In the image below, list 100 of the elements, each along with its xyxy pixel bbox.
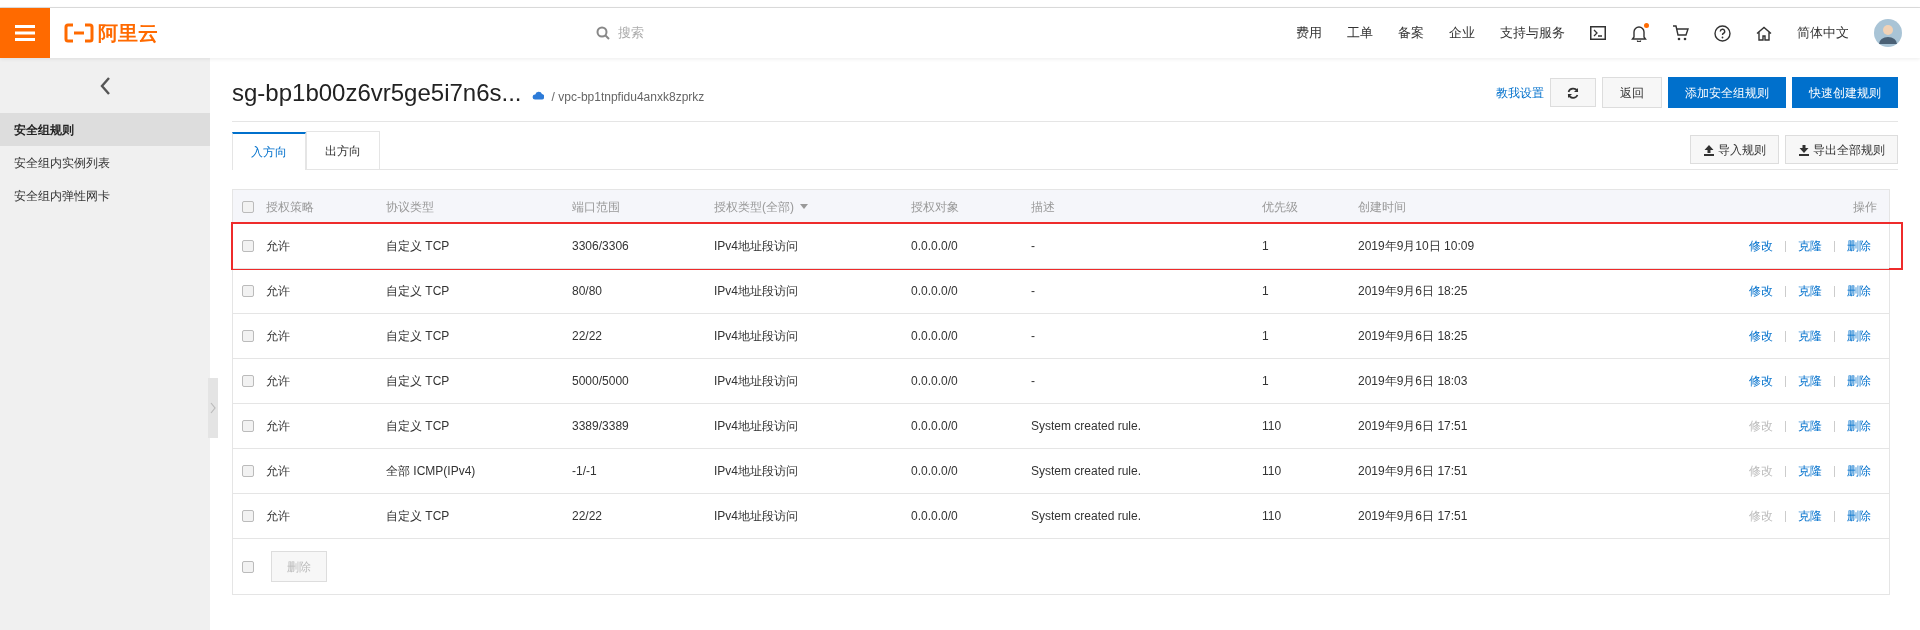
table-cell-text: - — [1031, 238, 1036, 255]
table-cell-text: - — [1031, 283, 1036, 300]
table-cell-text: 22/22 — [572, 508, 604, 525]
table-cell-text: 允许 — [266, 238, 291, 255]
terminal-icon[interactable] — [1590, 26, 1606, 40]
nav-link[interactable]: 企业 — [1449, 23, 1475, 43]
action-link[interactable]: 克隆 — [1798, 507, 1822, 525]
primary-button[interactable]: 添加安全组规则 — [1668, 77, 1786, 108]
avatar-icon[interactable] — [1874, 19, 1902, 47]
table-cell-text: - — [1031, 328, 1036, 345]
column-header: 创建时间 — [1358, 198, 1406, 216]
action-link[interactable]: 删除 — [1847, 417, 1871, 435]
chevron-right-icon — [210, 402, 216, 414]
sidebar-item[interactable]: 安全组内弹性网卡 — [0, 179, 210, 212]
tab[interactable]: 出方向 — [306, 131, 380, 169]
column-header: 授权对象 — [911, 198, 959, 216]
action-link[interactable]: 克隆 — [1798, 462, 1822, 480]
export-button[interactable]: 导出全部规则 — [1785, 135, 1898, 164]
search-field[interactable]: 搜索 — [618, 23, 738, 43]
language-menu[interactable]: 简体中文 — [1797, 23, 1849, 43]
checkbox[interactable] — [242, 375, 254, 387]
checkbox[interactable] — [242, 330, 254, 342]
primary-button[interactable]: 快速创建规则 — [1792, 77, 1898, 108]
notification-button[interactable] — [1631, 24, 1647, 42]
download-icon — [1798, 143, 1810, 156]
table-cell-text: IPv4地址段访问 — [714, 328, 799, 345]
import-button[interactable]: 导入规则 — [1690, 135, 1779, 164]
checkbox[interactable] — [242, 510, 254, 522]
nav-link[interactable]: 费用 — [1296, 23, 1322, 43]
checkbox[interactable] — [242, 420, 254, 432]
table-cell-text: 3389/3389 — [572, 418, 630, 435]
checkbox[interactable] — [242, 560, 254, 573]
bell-icon — [1631, 24, 1647, 42]
refresh-button[interactable] — [1550, 78, 1596, 107]
table-cell-text: 22/22 — [572, 328, 604, 345]
column-header: 授权类型(全部) — [714, 198, 794, 216]
table-cell-text: 0.0.0.0/0 — [911, 238, 959, 255]
table-cell-text: IPv4地址段访问 — [714, 283, 799, 300]
action-link[interactable]: 删除 — [1847, 372, 1871, 390]
table-cell-text: 2019年9月6日 17:51 — [1358, 463, 1469, 480]
menu-icon — [15, 25, 35, 41]
help-link[interactable]: 教我设置 — [1496, 83, 1544, 102]
back-button[interactable]: 返回 — [1602, 77, 1662, 108]
vpc-id: / vpc-bp1tnpfidu4anxk8zprkz — [551, 88, 705, 106]
table-cell-text: 110 — [1262, 418, 1283, 435]
home-icon[interactable] — [1756, 25, 1772, 41]
sidebar-item[interactable]: 安全组规则 — [0, 113, 210, 146]
nav-link[interactable]: 工单 — [1347, 23, 1373, 43]
table-cell-text: 0.0.0.0/0 — [911, 463, 959, 480]
table-cell-text: 允许 — [266, 373, 291, 390]
table-cell-text: System created rule. — [1031, 418, 1143, 435]
upload-icon — [1703, 143, 1715, 156]
table-cell-text: 0.0.0.0/0 — [911, 373, 959, 390]
action-link[interactable]: 克隆 — [1798, 282, 1822, 300]
action-link[interactable]: 克隆 — [1798, 417, 1822, 435]
action-link[interactable]: 修改 — [1749, 237, 1773, 255]
logo-text[interactable]: 阿里云 — [98, 18, 158, 48]
action-link[interactable]: 克隆 — [1798, 237, 1822, 255]
collapse-handle[interactable] — [208, 378, 218, 438]
table-cell-text: IPv4地址段访问 — [714, 373, 799, 390]
nav-link[interactable]: 备案 — [1398, 23, 1424, 43]
action-link[interactable]: 修改 — [1749, 282, 1773, 300]
table-cell-text: 2019年9月6日 18:25 — [1358, 328, 1469, 345]
table-cell-text: 自定义 TCP — [386, 418, 451, 435]
nav-link[interactable]: 支持与服务 — [1500, 23, 1565, 43]
action-link[interactable]: 删除 — [1847, 462, 1871, 480]
table-cell-text: 1 — [1262, 328, 1270, 345]
cart-icon[interactable] — [1672, 25, 1689, 41]
column-header: 描述 — [1031, 198, 1055, 216]
action-link[interactable]: 克隆 — [1798, 372, 1822, 390]
checkbox[interactable] — [242, 200, 254, 213]
checkbox[interactable] — [242, 285, 254, 297]
action-link[interactable]: 删除 — [1847, 282, 1871, 300]
menu-button[interactable] — [0, 8, 50, 58]
table-cell-text: IPv4地址段访问 — [714, 418, 799, 435]
table-cell-text: 允许 — [266, 418, 291, 435]
table-cell-text: 1 — [1262, 283, 1270, 300]
action-link[interactable]: 删除 — [1847, 327, 1871, 345]
table-cell-text: 0.0.0.0/0 — [911, 508, 959, 525]
checkbox[interactable] — [242, 465, 254, 477]
action-link[interactable]: 克隆 — [1798, 327, 1822, 345]
table-cell-text: 2019年9月6日 18:25 — [1358, 283, 1469, 300]
chevron-left-icon[interactable] — [99, 75, 111, 96]
action-link[interactable]: 修改 — [1749, 327, 1773, 345]
logo-icon[interactable] — [64, 23, 94, 43]
tab[interactable]: 入方向 — [232, 132, 306, 170]
table-cell-text: 2019年9月6日 17:51 — [1358, 508, 1469, 525]
column-header: 授权策略 — [266, 198, 314, 216]
checkbox[interactable] — [242, 240, 254, 252]
caret-down-icon[interactable] — [800, 204, 808, 209]
help-icon[interactable] — [1714, 24, 1731, 42]
column-header: 操作 — [1853, 198, 1877, 216]
table-cell-text: 全部 ICMP(IPv4) — [386, 463, 477, 480]
action-link[interactable]: 修改 — [1749, 372, 1773, 390]
action-link[interactable]: 删除 — [1847, 237, 1871, 255]
sidebar-item[interactable]: 安全组内实例列表 — [0, 146, 210, 179]
table-cell-text: 自定义 TCP — [386, 508, 451, 525]
table-cell-text: 110 — [1262, 508, 1283, 525]
column-header: 端口范围 — [572, 198, 620, 216]
action-link[interactable]: 删除 — [1847, 507, 1871, 525]
